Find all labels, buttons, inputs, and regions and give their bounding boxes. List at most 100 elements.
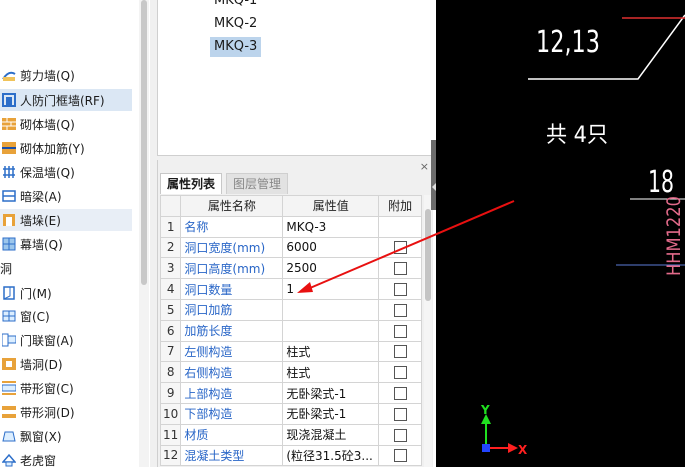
append-checkbox[interactable] [393,449,407,463]
property-row[interactable]: 1 名称 MKQ-3 [159,215,422,238]
tree-item-wall-opening[interactable]: 墙洞(D) [0,353,132,375]
property-row[interactable]: 4 洞口数量 1 [159,278,422,300]
property-value[interactable]: 柱式 [282,361,380,384]
append-cell [378,444,422,467]
append-cell [378,319,422,342]
cad-text-count: 共 4只 [546,123,608,148]
property-row[interactable]: 10 下部构造 无卧梁式-1 [159,402,422,425]
cad-drawing-canvas[interactable]: 12,13 共 4只 18 HHM1220 Y X [436,0,685,467]
append-checkbox[interactable] [393,366,407,380]
curtain-wall-icon [2,237,16,251]
property-row[interactable]: 2 洞口宽度(mm) 6000 [159,236,422,259]
strip-opening-icon [2,405,16,419]
property-value[interactable]: 2500 [282,257,380,280]
concealed-beam-icon [2,189,16,203]
append-checkbox[interactable] [393,324,407,338]
append-cell [378,257,422,280]
property-name: 洞口数量 [180,278,284,300]
property-row[interactable]: 9 上部构造 无卧梁式-1 [159,382,422,404]
property-row[interactable]: 6 加筋长度 [159,319,422,342]
masonry-wall-icon [2,117,16,131]
tree-item-masonry-reinforcement[interactable]: 砌体加筋(Y) [0,137,132,159]
property-name: 加筋长度 [180,319,284,342]
append-checkbox[interactable] [393,345,407,359]
tab-property-list[interactable]: 属性列表 [160,173,223,194]
append-checkbox[interactable] [393,262,407,276]
header-property-name: 属性名称 [180,195,284,217]
tree-scrollbar[interactable] [139,0,149,467]
tree-item-strip-opening[interactable]: 带形洞(D) [0,401,132,423]
ucs-x-label: X [518,443,528,457]
property-row[interactable]: 7 左侧构造 柱式 [159,340,422,363]
header-append: 附加 [378,195,422,217]
tree-item-door-window[interactable]: 门联窗(A) [0,329,132,351]
row-index: 3 [159,257,182,280]
property-row[interactable]: 3 洞口高度(mm) 2500 [159,257,422,280]
tree-item-shear-wall[interactable]: 剪力墙(Q) [0,64,132,86]
list-item-mkq-3[interactable]: MKQ-3 [210,37,262,57]
property-name: 上部构造 [180,382,284,404]
window-icon [2,309,16,323]
tree-item-civil-defense-door-frame-wall[interactable]: 人防门框墙(RF) [0,89,132,111]
append-checkbox[interactable] [393,428,407,442]
row-index: 4 [159,278,182,300]
property-list-panel: × 属性列表 图层管理 属性名称 属性值 附加 1 名称 MKQ-3 2 洞口宽度(mm… [157,160,433,467]
tree-item-insulation-wall[interactable]: 保温墙(Q) [0,161,132,183]
tree-item-bay-window[interactable]: 飘窗(X) [0,425,132,447]
grid-header: 属性名称 属性值 附加 [159,195,422,217]
row-index: 10 [159,402,182,425]
property-name: 左侧构造 [180,340,284,363]
tree-item-masonry-wall[interactable]: 砌体墙(Q) [0,113,132,135]
tree-item-dormer-window[interactable]: 老虎窗 [0,449,132,471]
header-property-value: 属性值 [282,195,380,217]
grid-scrollbar-thumb[interactable] [425,209,431,301]
strip-window-icon [2,381,16,395]
append-cell [378,278,422,300]
append-checkbox[interactable] [393,387,407,401]
property-value[interactable]: 无卧梁式-1 [282,382,380,404]
append-cell [378,215,422,238]
property-row[interactable]: 11 材质 现浇混凝土 [159,423,422,446]
append-cell [378,361,422,384]
list-item-mkq-1[interactable]: MKQ-1 [210,0,261,11]
property-value[interactable]: 1 [282,278,380,300]
property-name: 下部构造 [180,402,284,425]
append-checkbox[interactable] [393,407,407,421]
property-value[interactable]: (粒径31.5砼3... [282,444,380,467]
append-checkbox[interactable] [393,303,407,317]
property-value[interactable]: 6000 [282,236,380,259]
header-index [159,195,182,217]
property-value[interactable] [282,319,380,342]
tab-layer-management[interactable]: 图层管理 [226,173,289,194]
row-index: 8 [159,361,182,384]
door-window-icon [2,333,16,347]
tree-item-door[interactable]: 门(M) [0,282,132,304]
tree-item-wall-pier[interactable]: 墙垛(E) [0,209,132,231]
panel-tabs: 属性列表 图层管理 [158,173,434,194]
component-list: MKQ-1 MKQ-2 MKQ-3 [157,0,433,156]
property-name: 右侧构造 [180,361,284,384]
tree-item-strip-window[interactable]: 带形窗(C) [0,377,132,399]
tree-item-curtain-wall[interactable]: 幕墙(Q) [0,233,132,255]
property-value[interactable]: 无卧梁式-1 [282,402,380,425]
grid-scrollbar[interactable] [424,195,432,467]
tree-item-window[interactable]: 窗(C) [0,305,132,327]
property-value[interactable]: MKQ-3 [282,215,380,238]
ucs-y-label: Y [480,403,490,417]
append-checkbox[interactable] [393,283,407,297]
row-index: 2 [159,236,182,259]
property-row[interactable]: 5 洞口加筋 [159,298,422,321]
append-cell [378,382,422,404]
property-row[interactable]: 8 右侧构造 柱式 [159,361,422,384]
tree-group-openings[interactable]: 洞 [0,257,132,279]
property-value[interactable] [282,298,380,321]
close-icon[interactable]: × [420,160,429,173]
append-checkbox[interactable] [393,241,407,255]
property-value[interactable]: 柱式 [282,340,380,363]
tree-item-concealed-beam[interactable]: 暗梁(A) [0,185,132,207]
list-item-mkq-2[interactable]: MKQ-2 [210,14,261,34]
civil-defense-door-frame-wall-icon [2,93,16,107]
property-value[interactable]: 现浇混凝土 [282,423,380,446]
tree-scrollbar-thumb[interactable] [141,0,147,285]
property-row[interactable]: 12 混凝土类型 (粒径31.5砼3... [159,444,422,467]
